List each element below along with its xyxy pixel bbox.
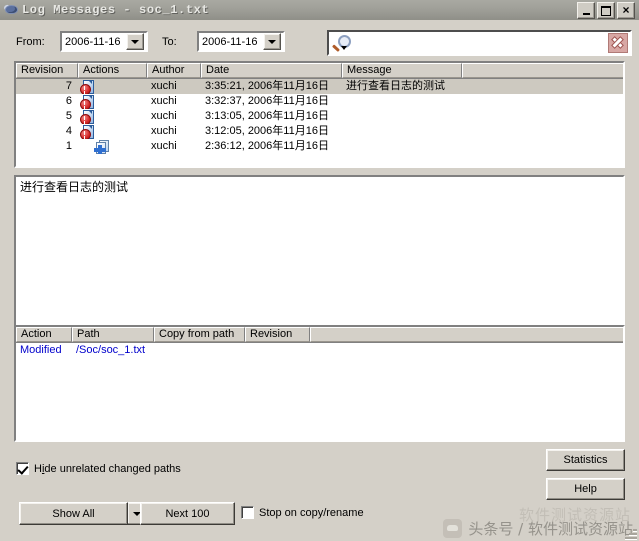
- column-header-path-revision[interactable]: Revision: [245, 327, 310, 342]
- cell-message: [342, 124, 522, 139]
- cell-actions: [78, 124, 147, 139]
- help-button[interactable]: Help: [546, 478, 625, 500]
- from-date-value: 2006-11-16: [65, 35, 121, 48]
- changed-paths-list[interactable]: Action Path Copy from path Revision Modi…: [14, 325, 625, 442]
- checkbox-box[interactable]: [241, 506, 254, 519]
- cell-revision: 7: [65, 80, 72, 92]
- watermark-text: 头条号 / 软件测试资源站: [468, 520, 633, 538]
- column-header-actions[interactable]: Actions: [78, 63, 147, 78]
- column-header-filler[interactable]: [310, 327, 623, 342]
- show-all-label: Show All: [52, 507, 95, 520]
- cell-revision: 6: [65, 95, 72, 107]
- column-header-date[interactable]: Date: [201, 63, 342, 78]
- paths-list-header: Action Path Copy from path Revision: [16, 327, 623, 343]
- cell-path: /Soc/soc_1.txt: [76, 344, 146, 356]
- show-all-split-button[interactable]: Show All: [19, 502, 145, 525]
- table-row[interactable]: 5 xuchi 3:13:05, 2006年11月16日: [16, 109, 623, 124]
- statistics-label: Statistics: [563, 454, 608, 466]
- show-all-button[interactable]: Show All: [19, 502, 128, 525]
- log-messages-list[interactable]: Revision Actions Author Date Message 7 x…: [14, 61, 625, 168]
- window-controls: [577, 2, 635, 19]
- cell-actions: [78, 109, 147, 124]
- stop-on-copy-rename-checkbox[interactable]: Stop on copy/rename: [241, 506, 364, 519]
- cell-action: Modified: [20, 344, 62, 356]
- column-header-filler[interactable]: [462, 63, 623, 78]
- watermark-ghost-text: 软件测试资源站: [518, 506, 631, 524]
- cell-actions: [78, 79, 147, 94]
- window-title: Log Messages - soc_1.txt: [22, 3, 210, 17]
- cell-actions: [78, 94, 147, 109]
- cell-message: [342, 109, 522, 124]
- maximize-button[interactable]: [597, 2, 615, 19]
- table-row[interactable]: Modified /Soc/soc_1.txt: [16, 343, 623, 358]
- clear-search-icon[interactable]: [608, 33, 628, 53]
- help-label: Help: [574, 483, 597, 495]
- minimize-button[interactable]: [577, 2, 595, 19]
- cell-date: 2:36:12, 2006年11月16日: [205, 140, 329, 152]
- hide-unrelated-changed-paths-checkbox[interactable]: Hide unrelated changed paths: [16, 462, 181, 475]
- search-input[interactable]: [354, 34, 608, 52]
- cell-author: xuchi: [151, 110, 177, 122]
- table-row[interactable]: 4 xuchi 3:12:05, 2006年11月16日: [16, 124, 623, 139]
- cell-message: 进行查看日志的测试: [346, 80, 445, 92]
- stop-on-copy-label: Stop on copy/rename: [259, 506, 364, 519]
- to-label: To:: [162, 36, 177, 48]
- title-bar: Log Messages - soc_1.txt: [0, 0, 639, 21]
- cell-message: [342, 139, 522, 154]
- commit-message-text: 进行查看日志的测试: [20, 180, 129, 194]
- cell-author: xuchi: [151, 95, 177, 107]
- chevron-down-icon[interactable]: [126, 33, 144, 50]
- column-header-path[interactable]: Path: [72, 327, 154, 342]
- next-100-label: Next 100: [165, 507, 210, 520]
- log-list-header: Revision Actions Author Date Message: [16, 63, 623, 79]
- window-client-area: From: 2006-11-16 To: 2006-11-16 Revision…: [0, 20, 639, 541]
- resize-grip[interactable]: [623, 525, 637, 539]
- table-row[interactable]: 1 xuchi 2:36:12, 2006年11月16日: [16, 139, 623, 154]
- cell-revision: 4: [65, 125, 72, 137]
- from-date-combo[interactable]: 2006-11-16: [60, 31, 148, 52]
- table-row[interactable]: 7 xuchi 3:35:21, 2006年11月16日 进行查看日志的测试: [16, 79, 623, 94]
- checkbox-box[interactable]: [16, 462, 29, 475]
- table-row[interactable]: 6 xuchi 3:32:37, 2006年11月16日: [16, 94, 623, 109]
- statistics-button[interactable]: Statistics: [546, 449, 625, 471]
- column-header-copy-from-path[interactable]: Copy from path: [154, 327, 245, 342]
- cell-date: 3:35:21, 2006年11月16日: [205, 80, 329, 92]
- cell-author: xuchi: [151, 140, 177, 152]
- cell-author: xuchi: [151, 80, 177, 92]
- search-box[interactable]: [327, 30, 632, 56]
- cell-revision: 5: [65, 110, 72, 122]
- search-icon[interactable]: [331, 33, 354, 53]
- column-header-message[interactable]: Message: [342, 63, 462, 78]
- cell-author: xuchi: [151, 125, 177, 137]
- cell-revision: 1: [65, 140, 72, 152]
- tortoisesvn-icon: [3, 3, 20, 17]
- to-date-value: 2006-11-16: [202, 35, 258, 48]
- watermark-logo-icon: [443, 519, 463, 538]
- next-100-button[interactable]: Next 100: [140, 502, 235, 525]
- from-label: From:: [16, 36, 45, 48]
- watermark: 头条号 / 软件测试资源站: [443, 518, 633, 539]
- cell-date: 3:32:37, 2006年11月16日: [205, 95, 329, 107]
- hide-unrelated-label: Hide unrelated changed paths: [34, 462, 181, 475]
- cell-date: 3:12:05, 2006年11月16日: [205, 125, 329, 137]
- cell-date: 3:13:05, 2006年11月16日: [205, 110, 329, 122]
- column-header-action[interactable]: Action: [16, 327, 72, 342]
- log-messages-window: Log Messages - soc_1.txt From: 2006-11-1…: [0, 0, 639, 541]
- chevron-down-icon[interactable]: [263, 33, 281, 50]
- cell-actions: [78, 139, 147, 154]
- close-button[interactable]: [617, 2, 635, 19]
- cell-message: [342, 94, 522, 109]
- column-header-revision[interactable]: Revision: [16, 63, 78, 78]
- commit-message-pane[interactable]: 进行查看日志的测试: [14, 175, 625, 330]
- to-date-combo[interactable]: 2006-11-16: [197, 31, 285, 52]
- column-header-author[interactable]: Author: [147, 63, 201, 78]
